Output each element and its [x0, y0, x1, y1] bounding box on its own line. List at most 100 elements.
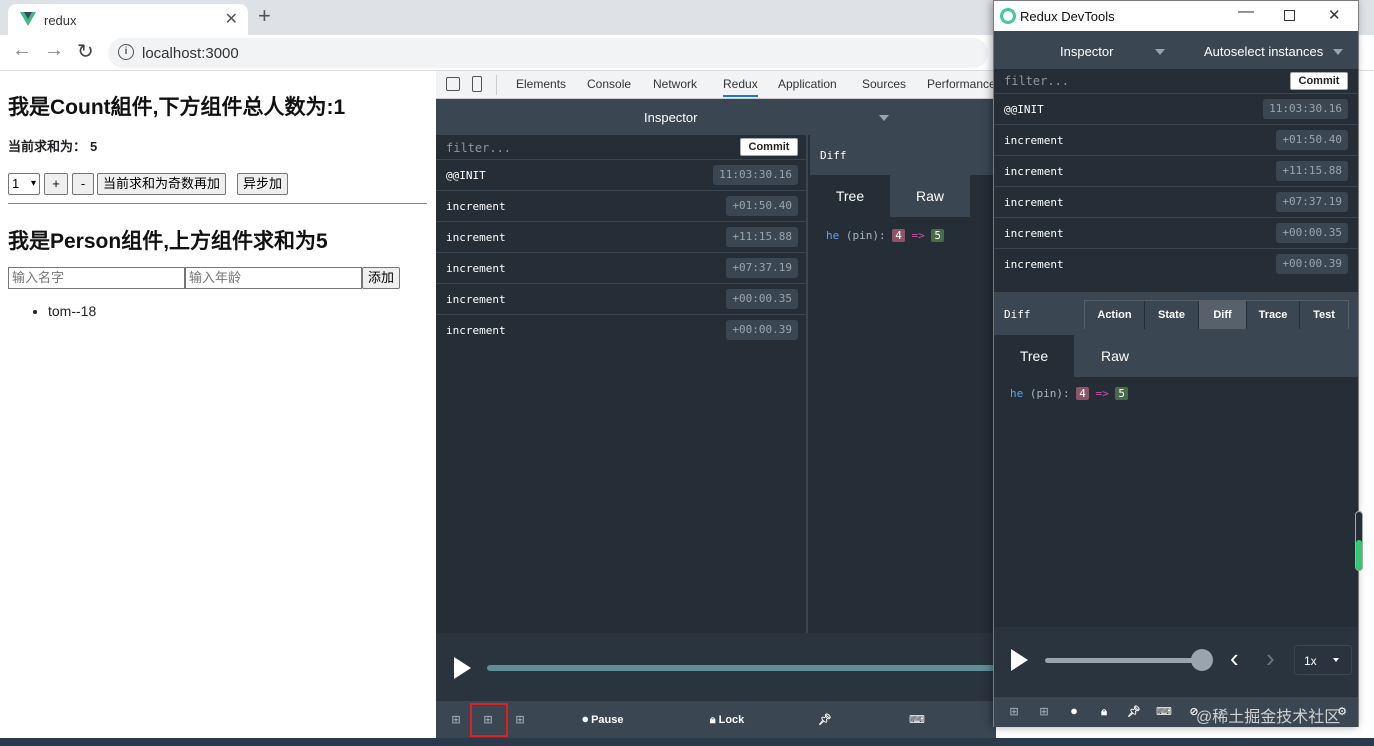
- monitor-selector[interactable]: Inspector: [436, 99, 996, 135]
- action-row[interactable]: @@INIT 11:03:30.16: [436, 160, 808, 191]
- instances-label[interactable]: Autoselect instances: [1204, 44, 1323, 59]
- diff-line: he (pin): 4 => 5: [826, 229, 944, 242]
- dock-left-icon[interactable]: ⊞: [444, 709, 468, 731]
- tab-console[interactable]: Console: [587, 77, 631, 91]
- raw-tab[interactable]: Raw: [1074, 335, 1358, 377]
- bottom-toolbar: ⊞ ⊞ ⊞ ⏺ Pause 🔒︎ Lock 📌︎ ⌨: [436, 701, 996, 738]
- timeline-slider[interactable]: [1045, 658, 1201, 663]
- lock-button[interactable]: 🔒︎ Lock: [672, 709, 782, 731]
- new-tab-icon[interactable]: +: [258, 3, 271, 29]
- tab-state[interactable]: State: [1145, 301, 1199, 329]
- plus-button[interactable]: +: [44, 173, 68, 195]
- highlight-box: [470, 703, 508, 737]
- tab-elements[interactable]: Elements: [516, 77, 566, 91]
- action-row[interactable]: increment +00:00.39: [994, 249, 1358, 280]
- keyboard-icon[interactable]: ⌨: [869, 709, 965, 731]
- action-row[interactable]: increment +01:50.40: [994, 125, 1358, 156]
- monitor-label: Inspector: [644, 110, 698, 125]
- action-row[interactable]: increment +07:37.19: [994, 187, 1358, 218]
- forward-icon[interactable]: →: [44, 39, 64, 62]
- action-row[interactable]: increment +07:37.19: [436, 253, 808, 284]
- back-icon[interactable]: ←: [12, 39, 32, 62]
- tree-tab[interactable]: Tree: [994, 335, 1074, 377]
- diff-key: he: [1010, 387, 1024, 400]
- minus-button[interactable]: -: [72, 173, 94, 195]
- action-row[interactable]: increment +00:00.35: [994, 218, 1358, 249]
- action-row[interactable]: increment +11:15.88: [436, 222, 808, 253]
- diff-pin: (pin):: [1029, 387, 1070, 400]
- tree-tab[interactable]: Tree: [810, 175, 890, 217]
- action-time: +00:00.39: [726, 320, 798, 340]
- play-icon[interactable]: [454, 657, 471, 679]
- close-window-icon[interactable]: ✕: [1328, 6, 1341, 24]
- redux-logo-icon: [1000, 8, 1016, 24]
- step-forward-icon[interactable]: ›: [1266, 643, 1275, 674]
- tab-test[interactable]: Test: [1300, 301, 1348, 329]
- name-input[interactable]: 输入名字: [8, 267, 185, 289]
- age-input[interactable]: 输入年龄: [185, 267, 362, 289]
- add-person-button[interactable]: 添加: [362, 267, 401, 289]
- action-time: 11:03:30.16: [713, 165, 798, 185]
- tab-performance[interactable]: Performance: [927, 77, 996, 91]
- pause-label: Pause: [591, 714, 624, 726]
- speed-select[interactable]: 1x: [1294, 645, 1352, 675]
- filter-input[interactable]: filter...: [1004, 74, 1069, 88]
- pause-button[interactable]: ⏺ Pause: [538, 709, 668, 731]
- dock-bottom-icon[interactable]: ⊞: [1032, 701, 1056, 723]
- site-info-icon[interactable]: i: [118, 44, 134, 60]
- odd-add-button[interactable]: 当前求和为奇数再加: [97, 173, 227, 195]
- maximize-icon[interactable]: [1284, 10, 1295, 21]
- sum-text: 当前求和为： 5: [8, 136, 97, 155]
- dock-left-icon[interactable]: ⊞: [1002, 701, 1026, 723]
- monitor-label[interactable]: Inspector: [1060, 44, 1113, 59]
- tab-sources[interactable]: Sources: [862, 77, 906, 91]
- minimize-icon[interactable]: —: [1238, 3, 1254, 21]
- action-row[interactable]: increment +11:15.88: [994, 156, 1358, 187]
- action-row[interactable]: @@INIT 11:03:30.16: [994, 94, 1358, 125]
- commit-button[interactable]: Commit: [740, 138, 798, 156]
- action-list-panel: filter... Commit @@INIT 11:03:30.16 incre…: [994, 69, 1358, 294]
- diff-arrow: =>: [1095, 387, 1109, 400]
- async-add-button[interactable]: 异步加: [237, 173, 289, 195]
- tab-network[interactable]: Network: [653, 77, 697, 91]
- action-name: increment: [1004, 165, 1064, 178]
- play-icon[interactable]: [1011, 649, 1028, 671]
- step-back-icon[interactable]: ‹: [1230, 643, 1239, 674]
- action-time: +11:15.88: [1276, 161, 1348, 181]
- action-name: increment: [446, 324, 506, 337]
- tab-application[interactable]: Application: [778, 77, 837, 91]
- device-toolbar-icon[interactable]: [472, 76, 482, 92]
- scrollbar[interactable]: [1355, 511, 1363, 571]
- app-page: 我是Count組件,下方组件总人数为:1 当前求和为： 5 1 ▾ + - 当前求和…: [0, 71, 436, 738]
- slider-handle[interactable]: [1191, 649, 1213, 671]
- pin-icon[interactable]: 📌︎: [786, 709, 864, 731]
- commit-button[interactable]: Commit: [1290, 72, 1348, 90]
- lock-icon[interactable]: 🔒︎: [1092, 701, 1116, 723]
- redux-devtools-window: Redux DevTools — ✕ Inspector Autoselect …: [993, 0, 1363, 727]
- tab-diff[interactable]: Diff: [1199, 301, 1247, 329]
- tab-trace[interactable]: Trace: [1247, 301, 1300, 329]
- scrollbar-thumb[interactable]: [1356, 540, 1362, 570]
- raw-tab[interactable]: Raw: [890, 175, 970, 217]
- diff-header: Diff: [810, 135, 996, 175]
- filter-input[interactable]: filter...: [446, 141, 511, 155]
- inspect-element-icon[interactable]: [446, 77, 460, 91]
- action-time: +01:50.40: [1276, 130, 1348, 150]
- slider-monitor: [436, 633, 996, 701]
- action-row[interactable]: increment +01:50.40: [436, 191, 808, 222]
- keyboard-icon[interactable]: ⌨: [1152, 701, 1176, 723]
- tab-redux[interactable]: Redux: [723, 77, 758, 97]
- increment-select[interactable]: 1 ▾: [8, 173, 40, 195]
- dock-right-icon[interactable]: ⊞: [508, 709, 532, 731]
- diff-key: he: [826, 229, 840, 242]
- address-bar[interactable]: i localhost:3000: [108, 38, 988, 68]
- record-icon[interactable]: ⏺: [1062, 701, 1086, 723]
- reload-icon[interactable]: ↻: [77, 39, 94, 64]
- browser-tab[interactable]: redux ✕: [8, 4, 248, 35]
- pin-icon[interactable]: 📌︎: [1122, 701, 1146, 723]
- timeline-slider[interactable]: [487, 665, 996, 671]
- tab-action[interactable]: Action: [1085, 301, 1145, 329]
- close-tab-icon[interactable]: ✕: [225, 9, 238, 29]
- action-row[interactable]: increment +00:00.35: [436, 284, 808, 315]
- action-row[interactable]: increment +00:00.39: [436, 315, 808, 346]
